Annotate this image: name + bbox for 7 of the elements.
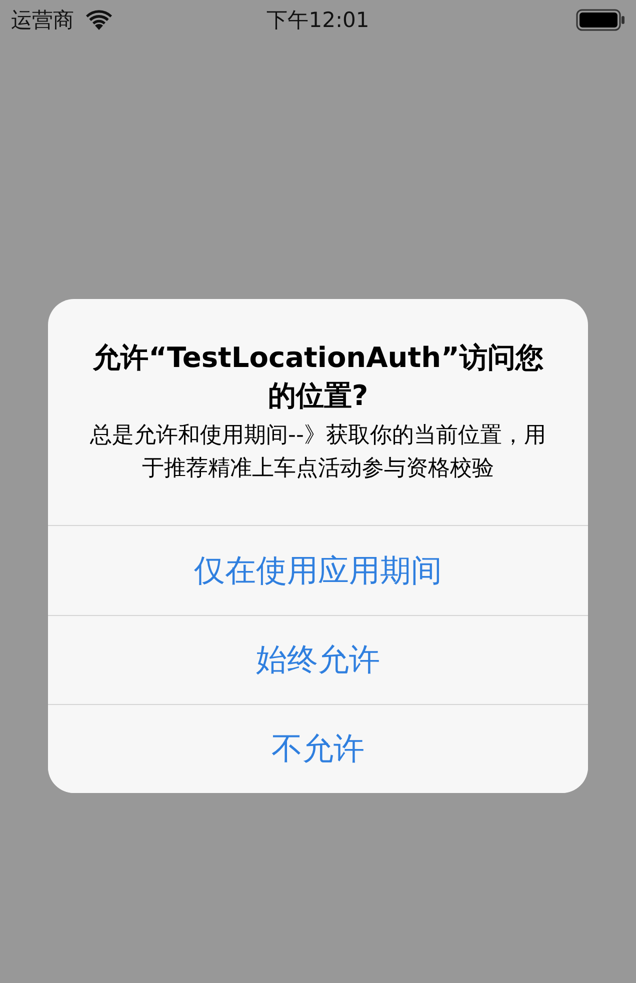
alert-action-button[interactable]: 不允许 (48, 704, 588, 793)
alert-title: 允许“TestLocationAuth”访问您的位置? (92, 340, 544, 414)
alert-message: 总是允许和使用期间--》获取你的当前位置，用于推荐精准上车点活动参与资格校验 (89, 422, 547, 483)
carrier-name: 运营商 (11, 7, 74, 34)
battery-icon (576, 9, 625, 31)
wifi-icon (86, 10, 112, 30)
status-time: 下午12:01 (266, 7, 370, 34)
